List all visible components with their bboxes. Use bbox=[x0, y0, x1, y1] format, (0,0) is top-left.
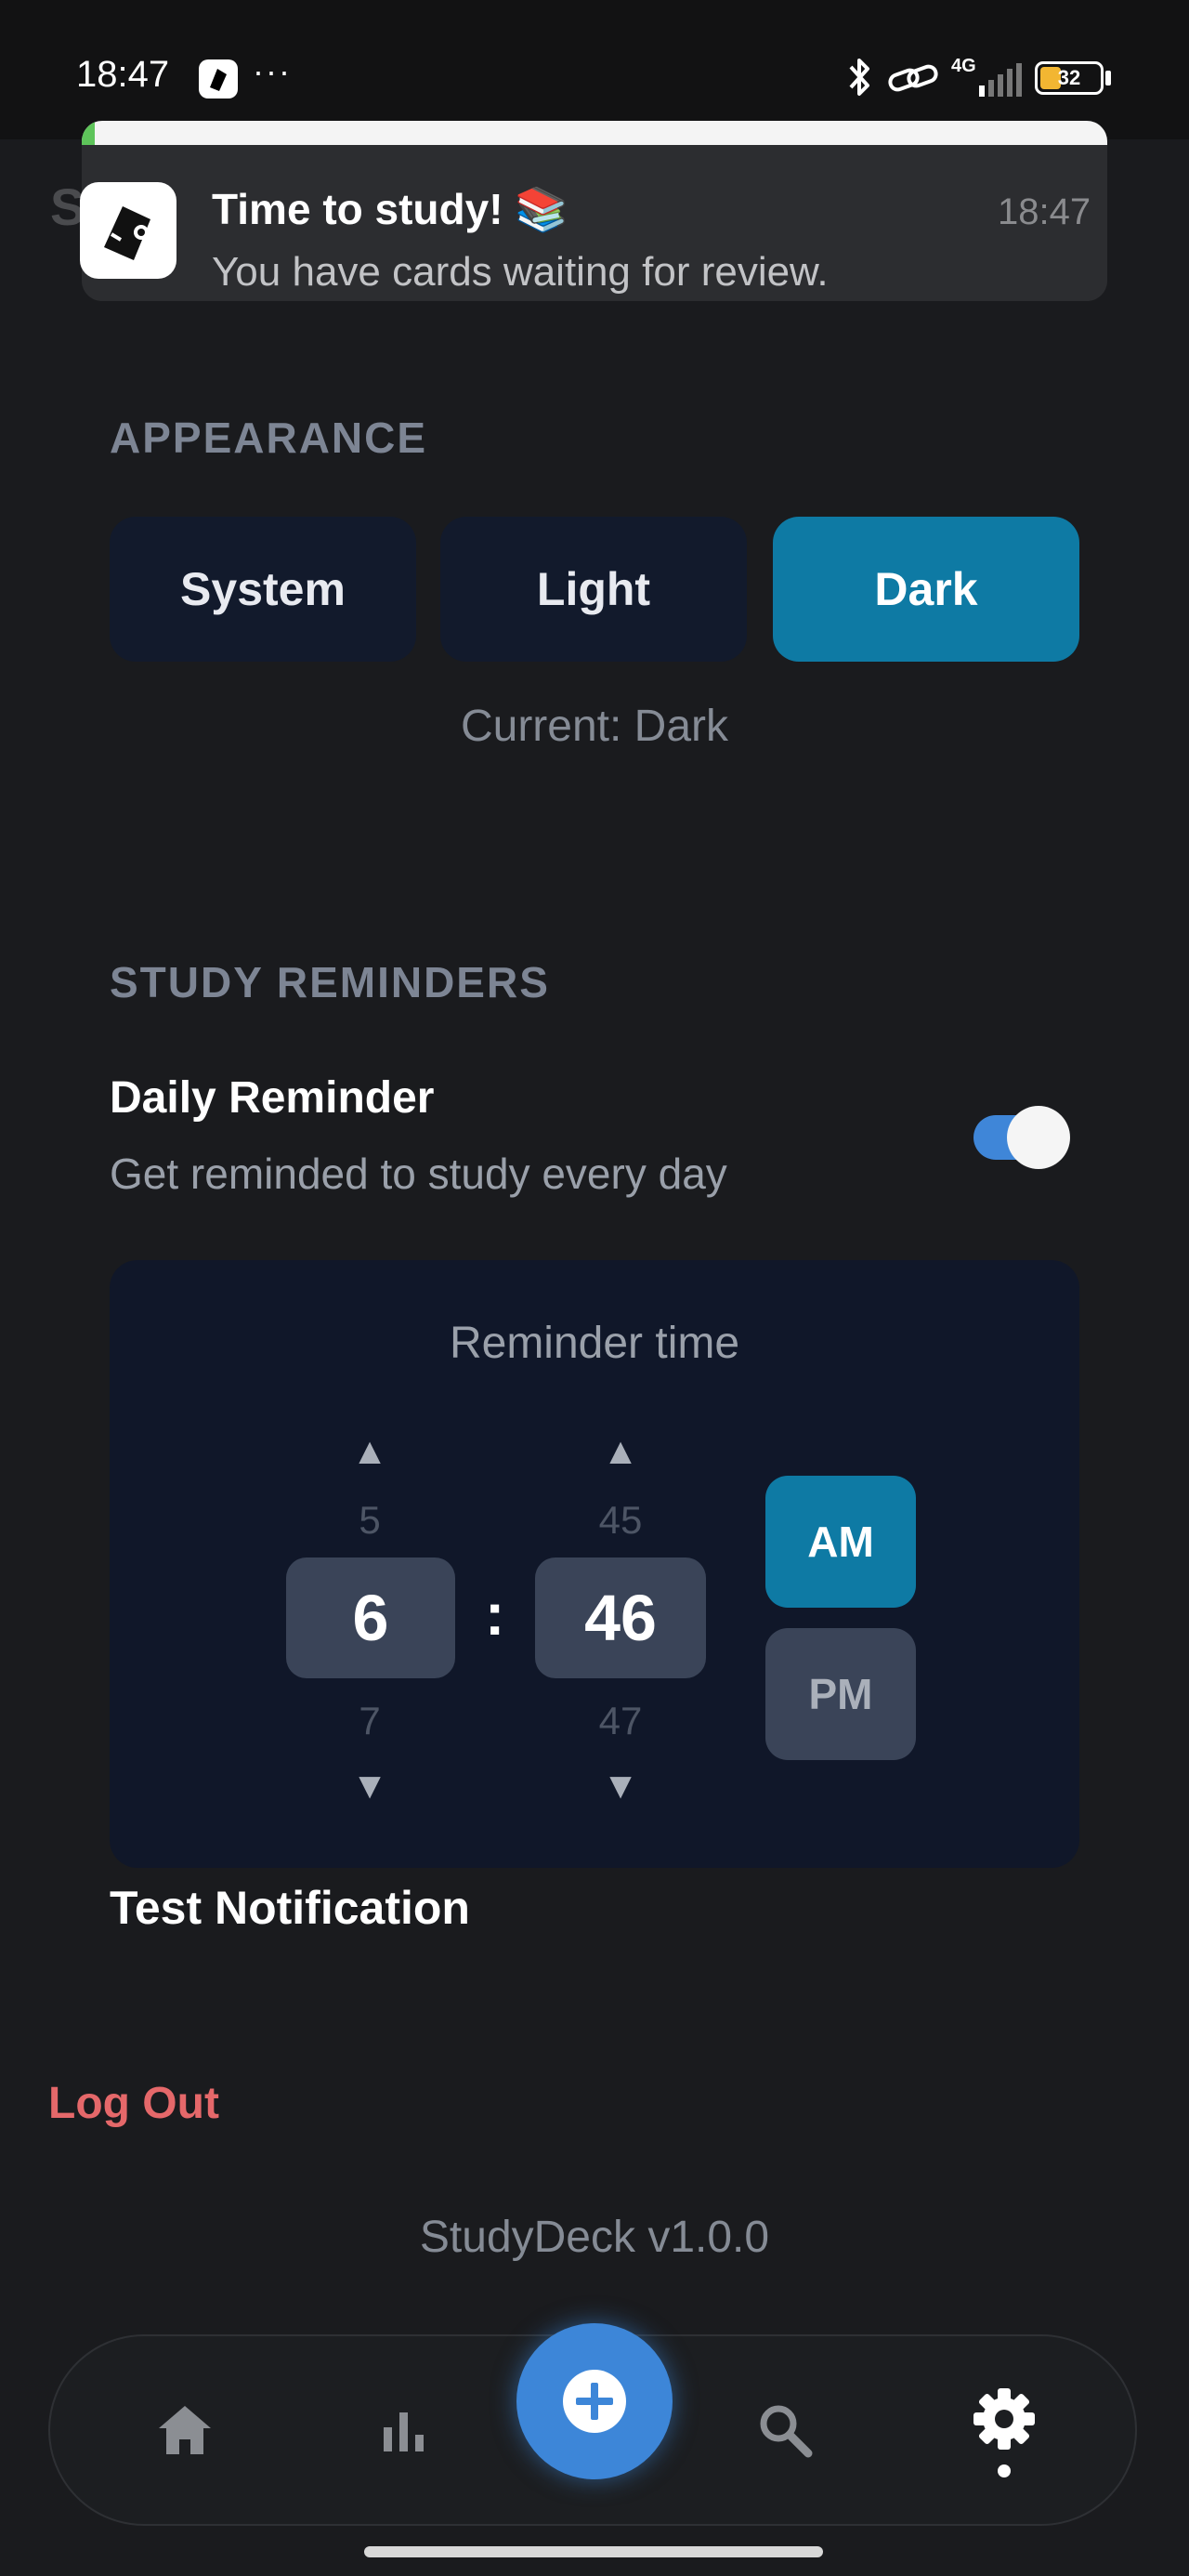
pm-button[interactable]: PM bbox=[765, 1628, 916, 1760]
test-notification-button[interactable]: Test Notification bbox=[110, 1881, 470, 1935]
minute-prev: 45 bbox=[598, 1498, 643, 1542]
minute-next: 47 bbox=[598, 1699, 643, 1742]
battery-icon: 32 bbox=[1035, 61, 1104, 95]
more-notifications-icon: ··· bbox=[253, 52, 292, 90]
hour-down-arrow[interactable]: ▼ bbox=[323, 1766, 416, 1807]
daily-reminder-subtitle: Get reminded to study every day bbox=[110, 1150, 727, 1198]
daily-reminder-title: Daily Reminder bbox=[110, 1073, 435, 1123]
battery-nub bbox=[1105, 71, 1111, 85]
hour-value[interactable]: 6 bbox=[286, 1557, 455, 1678]
home-icon[interactable] bbox=[143, 2388, 227, 2472]
notification-time: 18:47 bbox=[998, 191, 1091, 232]
notification-title: Time to study! 📚 bbox=[212, 185, 568, 233]
add-deck-button[interactable] bbox=[516, 2323, 673, 2479]
theme-dark-button[interactable]: Dark bbox=[773, 517, 1079, 662]
signal-icon bbox=[979, 63, 1022, 97]
minute-up-arrow[interactable]: ▲ bbox=[574, 1431, 667, 1473]
appearance-section-label: APPEARANCE bbox=[110, 414, 428, 462]
current-theme-text: Current: Dark bbox=[460, 702, 729, 751]
notification-progress bbox=[82, 121, 1107, 145]
studydeck-app-icon bbox=[80, 182, 176, 279]
active-tab-indicator bbox=[998, 2464, 1011, 2477]
notification-body: You have cards waiting for review. bbox=[212, 249, 829, 295]
app-notification-icon bbox=[199, 59, 238, 99]
theme-system-button[interactable]: System bbox=[110, 517, 416, 662]
battery-level: 32 bbox=[1057, 66, 1081, 89]
status-time: 18:47 bbox=[76, 54, 170, 95]
home-indicator-bar[interactable] bbox=[364, 2546, 823, 2557]
time-separator: : bbox=[485, 1581, 505, 1648]
minute-value[interactable]: 46 bbox=[535, 1557, 706, 1678]
bluetooth-icon bbox=[849, 59, 869, 96]
hour-prev: 5 bbox=[359, 1498, 381, 1542]
app-version: StudyDeck v1.0.0 bbox=[419, 2213, 770, 2262]
study-reminders-section-label: STUDY REMINDERS bbox=[110, 958, 550, 1006]
theme-light-button[interactable]: Light bbox=[440, 517, 747, 662]
am-button[interactable]: AM bbox=[765, 1476, 916, 1608]
search-icon[interactable] bbox=[743, 2388, 827, 2472]
settings-icon[interactable] bbox=[962, 2377, 1046, 2461]
minute-down-arrow[interactable]: ▼ bbox=[574, 1766, 667, 1807]
toggle-knob[interactable] bbox=[1007, 1106, 1070, 1169]
logout-button[interactable]: Log Out bbox=[48, 2078, 219, 2129]
hour-up-arrow[interactable]: ▲ bbox=[323, 1431, 416, 1473]
hour-next: 7 bbox=[359, 1699, 381, 1742]
add-icon bbox=[563, 2370, 626, 2433]
stats-icon[interactable] bbox=[362, 2388, 446, 2472]
reminder-time-title: Reminder time bbox=[449, 1319, 740, 1368]
link-icon bbox=[888, 64, 938, 92]
